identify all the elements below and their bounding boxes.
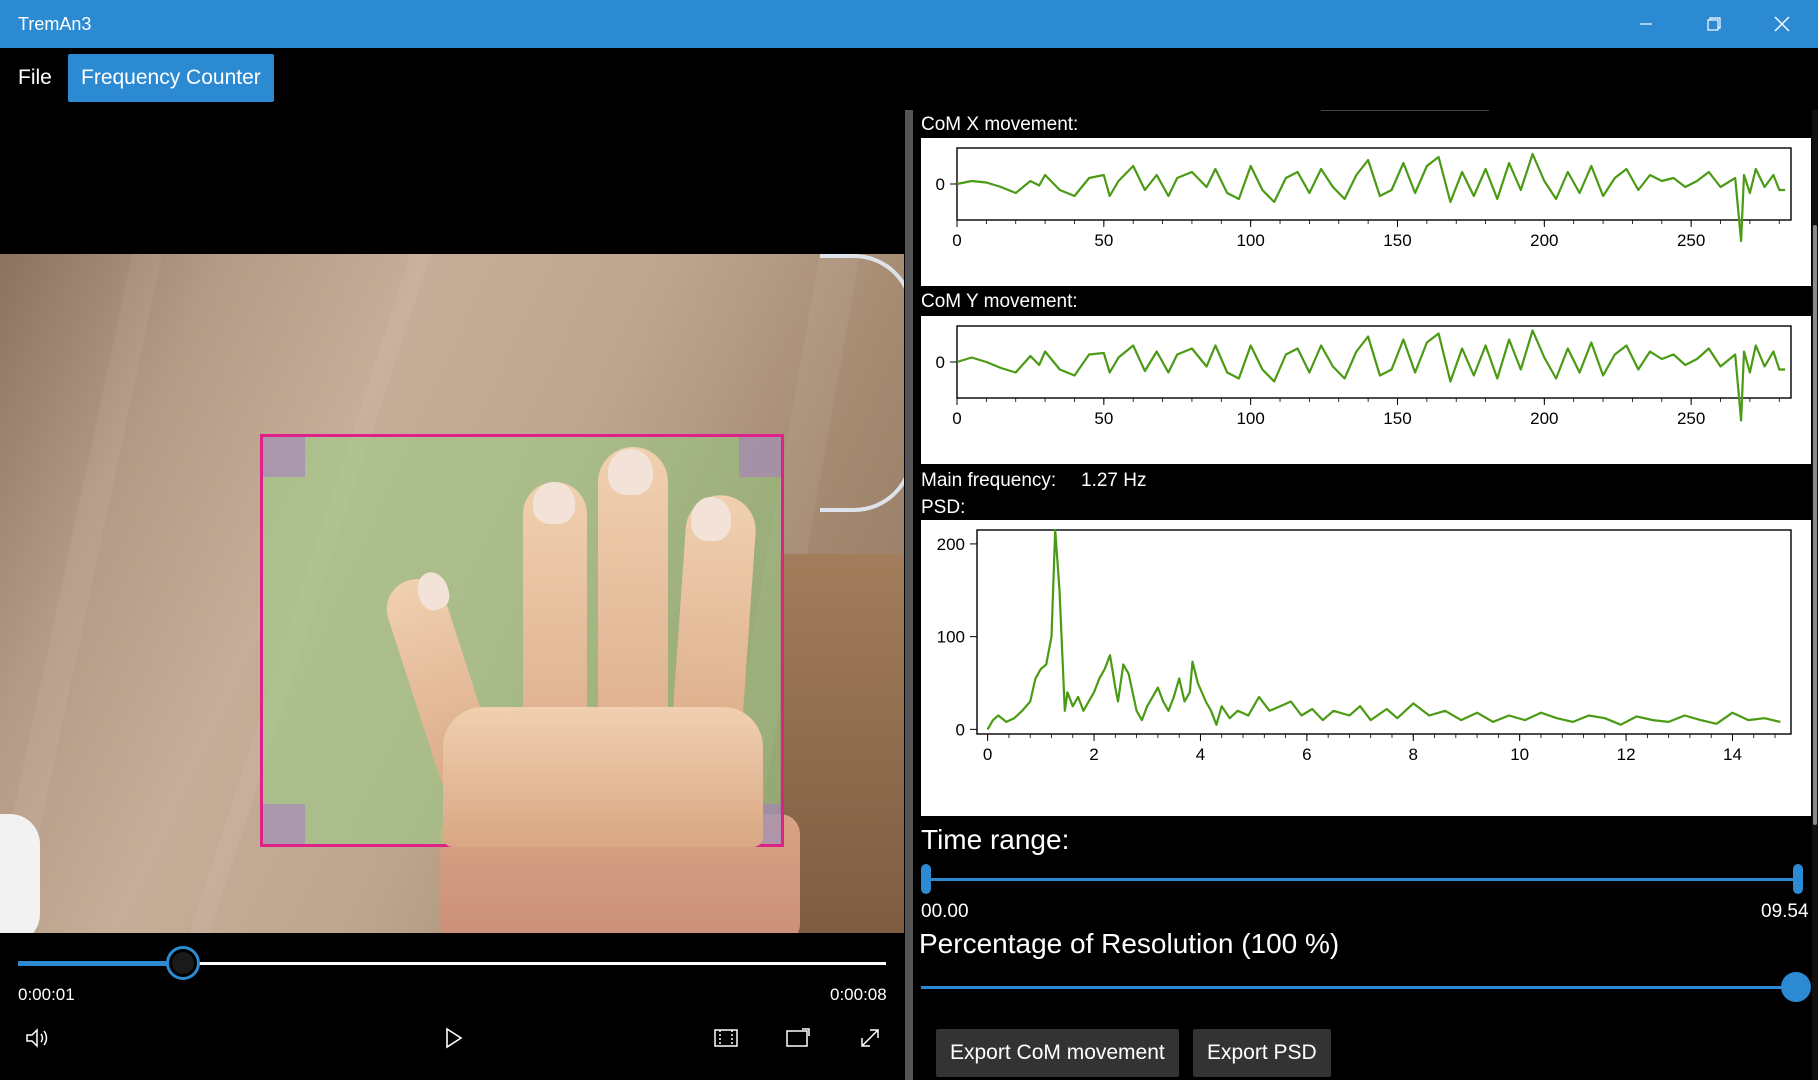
export-psd-button[interactable]: Export PSD (1193, 1029, 1331, 1077)
cast-button[interactable] (778, 1020, 818, 1056)
minimize-icon (1640, 23, 1652, 25)
menu-bar: File Frequency Counter (0, 48, 1818, 110)
x-tick-label: 12 (1617, 745, 1636, 764)
fingernail (533, 482, 575, 524)
close-button[interactable] (1748, 0, 1816, 48)
x-tick-label: 150 (1383, 409, 1411, 428)
y-tick-label: 0 (956, 720, 965, 739)
roi-corner-handle[interactable] (263, 804, 305, 844)
play-icon (446, 1027, 463, 1049)
psd-label: PSD: (921, 497, 966, 518)
time-range-start-handle[interactable] (921, 864, 931, 894)
minimize-button[interactable] (1612, 0, 1680, 48)
resolution-label: Percentage of Resolution (100 %) (919, 928, 1340, 959)
x-tick-label: 250 (1677, 409, 1705, 428)
x-tick-label: 50 (1094, 409, 1113, 428)
aspect-ratio-button[interactable] (706, 1020, 746, 1056)
aspect-ratio-icon (714, 1029, 738, 1047)
x-tick-label: 50 (1094, 231, 1113, 250)
comy-label: CoM Y movement: (921, 291, 1078, 312)
restore-icon (1707, 17, 1721, 31)
export-com-button[interactable]: Export CoM movement (936, 1029, 1179, 1077)
fingernail (608, 449, 653, 495)
panel-splitter[interactable] (905, 110, 913, 1080)
x-tick-label: 100 (1236, 231, 1264, 250)
cast-icon (786, 1028, 810, 1047)
scrollbar-thumb[interactable] (1813, 225, 1817, 825)
comx-label: CoM X movement: (921, 114, 1079, 135)
menu-frequency-counter[interactable]: Frequency Counter (68, 54, 274, 102)
close-icon (1774, 16, 1790, 32)
play-button[interactable] (434, 1020, 474, 1056)
psd-chart-svg: 0 2 4 6 8 10 12 14 0 100 200 (937, 528, 1792, 764)
x-tick-label: 14 (1723, 745, 1742, 764)
x-tick-label: 150 (1383, 231, 1411, 250)
y-tick-label: 0 (936, 175, 945, 194)
time-range-label: Time range: (921, 824, 1070, 855)
main-frequency-value: 1.27 Hz (1081, 470, 1147, 491)
title-bar: TremAn3 (0, 0, 1818, 48)
towel (0, 814, 40, 933)
window-title: TremAn3 (18, 14, 92, 34)
x-tick-label: 10 (1510, 745, 1529, 764)
seek-thumb[interactable] (165, 946, 200, 980)
panel-divider (1321, 110, 1489, 111)
fingernail (691, 497, 731, 541)
region-of-interest[interactable] (260, 434, 784, 847)
palm (443, 707, 763, 847)
resolution-slider-thumb[interactable] (1781, 972, 1811, 1002)
time-range-start-value: 00.00 (921, 901, 969, 922)
y-tick-label: 200 (937, 535, 965, 554)
restore-button[interactable] (1680, 0, 1748, 48)
fullscreen-button[interactable] (850, 1020, 890, 1056)
x-tick-label: 100 (1236, 409, 1264, 428)
comy-chart: 0 50 100 150 200 250 0 (921, 316, 1811, 464)
time-range-end-handle[interactable] (1793, 864, 1803, 894)
current-time: 0:00:01 (18, 985, 75, 1004)
y-tick-label: 0 (936, 353, 945, 372)
x-tick-label: 2 (1089, 745, 1098, 764)
analysis-panel: CoM X movement: 0 50 100 150 200 250 0 CoM Y m… (913, 110, 1818, 1080)
cable (820, 254, 904, 512)
x-tick-label: 6 (1302, 745, 1311, 764)
menu-file[interactable]: File (5, 54, 65, 102)
seek-progress (18, 961, 183, 966)
time-range-slider[interactable] (921, 878, 1801, 881)
resolution-slider[interactable] (921, 986, 1796, 989)
main-frequency-label: Main frequency: (921, 470, 1057, 491)
fullscreen-icon (861, 1029, 879, 1047)
x-tick-label: 250 (1677, 231, 1705, 250)
volume-icon (26, 1028, 48, 1048)
series-line (956, 329, 1786, 422)
plot-frame (956, 147, 1792, 221)
plot-frame (956, 325, 1792, 399)
x-tick-label: 200 (1530, 231, 1558, 250)
volume-button[interactable] (18, 1020, 58, 1056)
comy-chart-svg: 0 50 100 150 200 250 0 (936, 325, 1792, 428)
roi-corner-handle[interactable] (263, 437, 305, 477)
total-time: 0:00:08 (830, 985, 887, 1004)
x-tick-label: 200 (1530, 409, 1558, 428)
psd-chart: 0 2 4 6 8 10 12 14 0 100 200 (921, 520, 1811, 816)
plot-frame (976, 529, 1792, 735)
time-range-end-value: 09.54 (1761, 901, 1809, 922)
x-tick-label: 0 (952, 409, 961, 428)
roi-corner-handle[interactable] (739, 437, 781, 477)
video-frame[interactable] (0, 254, 904, 933)
series-line (986, 528, 1781, 730)
comx-chart: 0 50 100 150 200 250 0 (921, 138, 1811, 286)
x-tick-label: 0 (983, 745, 992, 764)
y-tick-label: 100 (937, 628, 965, 647)
x-tick-label: 0 (952, 231, 961, 250)
x-tick-label: 4 (1196, 745, 1205, 764)
series-line (956, 152, 1786, 243)
comx-chart-svg: 0 50 100 150 200 250 0 (936, 147, 1792, 250)
x-tick-label: 8 (1409, 745, 1418, 764)
